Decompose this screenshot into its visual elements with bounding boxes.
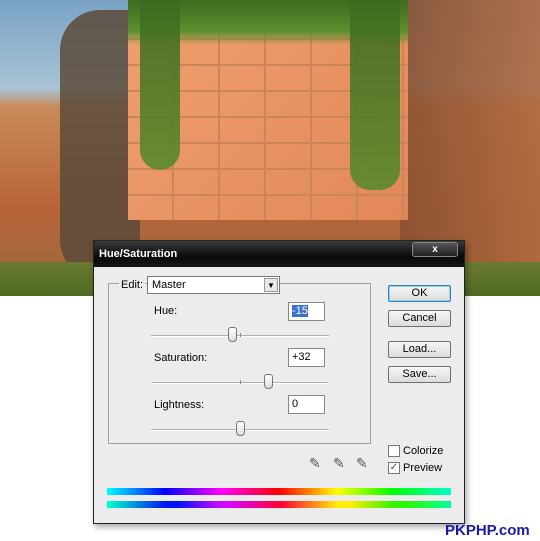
chevron-down-icon[interactable]: ▼ (264, 278, 278, 292)
vines-left (140, 0, 180, 170)
title-bar[interactable]: Hue/Saturation x (94, 241, 464, 267)
lightness-label: Lightness: (154, 399, 205, 411)
edit-dropdown[interactable]: Master ▼ (147, 276, 280, 294)
colorize-checkbox[interactable] (388, 445, 400, 457)
lightness-input[interactable]: 0 (288, 395, 325, 414)
edit-value: Master (152, 279, 186, 291)
close-button[interactable]: x (412, 242, 458, 257)
hue-spectrum-bar (107, 488, 451, 495)
saturation-slider-thumb[interactable] (263, 374, 273, 389)
hue-slider[interactable] (151, 327, 329, 342)
hue-value: -15 (292, 305, 308, 317)
edit-label: Edit: (119, 279, 146, 291)
saturation-value: +32 (292, 351, 311, 363)
dialog-title: Hue/Saturation (99, 248, 178, 260)
eyedropper-icon[interactable]: ✎ (309, 455, 321, 472)
saturation-input[interactable]: +32 (288, 348, 325, 367)
save-button[interactable]: Save... (388, 366, 451, 383)
vines-right (350, 0, 400, 190)
hue-saturation-dialog: Hue/Saturation x Edit: Master ▼ Hue: -15 … (93, 240, 465, 524)
hue-input[interactable]: -15 (288, 302, 325, 321)
preview-label: Preview (403, 462, 443, 474)
saturation-label: Saturation: (154, 352, 208, 364)
lightness-slider-thumb[interactable] (235, 421, 245, 436)
lightness-slider[interactable] (151, 421, 329, 436)
adjusted-spectrum-bar (107, 501, 451, 508)
hue-slider-thumb[interactable] (228, 327, 238, 342)
eyedropper-minus-icon[interactable]: ✎ (356, 455, 368, 472)
edit-group (108, 283, 371, 444)
lightness-value: 0 (292, 398, 299, 410)
saturation-slider[interactable] (151, 374, 329, 389)
colorize-label: Colorize (403, 445, 444, 457)
eyedropper-plus-icon[interactable]: ✎ (333, 455, 345, 472)
load-button[interactable]: Load... (388, 341, 451, 358)
watermark: PKPHP.com (445, 522, 530, 539)
hue-label: Hue: (154, 305, 178, 317)
cancel-button[interactable]: Cancel (388, 310, 451, 327)
ok-button[interactable]: OK (388, 285, 451, 302)
preview-checkbox[interactable]: ✓ (388, 462, 400, 474)
